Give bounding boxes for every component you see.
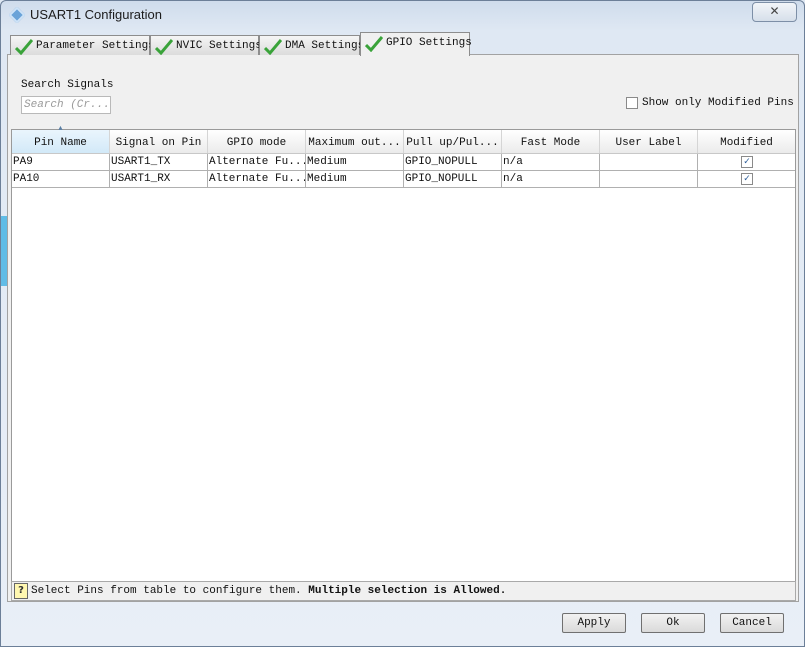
dialog-window: USART1 Configuration ✕ Parameter Setting… <box>0 0 805 647</box>
cell-gpio-mode: Alternate Fu... <box>209 171 306 187</box>
modified-checkbox[interactable]: ✓ <box>741 173 753 185</box>
cell-pull: GPIO_NOPULL <box>404 154 502 170</box>
ok-button[interactable]: Ok <box>641 613 705 633</box>
check-icon <box>15 39 33 55</box>
cell-user-label[interactable] <box>600 154 698 170</box>
status-text: Select Pins from table to configure them… <box>31 585 506 597</box>
pin-table: ▲ Pin Name Signal on Pin GPIO mode Maxim… <box>11 125 796 582</box>
tab-label: GPIO Settings <box>386 37 472 49</box>
status-bar: ? Select Pins from table to configure th… <box>11 581 796 601</box>
table-row[interactable]: PA10 USART1_RX Alternate Fu... Medium GP… <box>12 171 795 188</box>
cell-max-speed: Medium <box>306 171 404 187</box>
cell-modified: ✓ <box>698 171 795 187</box>
cancel-button[interactable]: Cancel <box>720 613 784 633</box>
cell-signal: USART1_RX <box>110 171 208 187</box>
apply-button[interactable]: Apply <box>562 613 626 633</box>
cell-max-speed: Medium <box>306 154 404 170</box>
tab-nvic-settings[interactable]: NVIC Settings <box>150 35 262 55</box>
check-icon <box>365 36 383 52</box>
tab-label: NVIC Settings <box>176 40 262 52</box>
column-header-user-label[interactable]: User Label <box>600 130 698 153</box>
modified-checkbox[interactable]: ✓ <box>741 156 753 168</box>
table-header: ▲ Pin Name Signal on Pin GPIO mode Maxim… <box>12 125 795 154</box>
column-header-pull[interactable]: Pull up/Pul... <box>404 130 502 153</box>
status-emphasis: Multiple selection is Allowed. <box>308 585 507 597</box>
cell-user-label[interactable] <box>600 171 698 187</box>
column-header-gpio-mode[interactable]: GPIO mode <box>208 130 306 153</box>
checkbox-box <box>626 97 638 109</box>
close-button[interactable]: ✕ <box>752 2 797 22</box>
column-header-fast-mode[interactable]: Fast Mode <box>502 130 600 153</box>
tab-parameter-settings[interactable]: Parameter Settings <box>10 35 155 55</box>
status-message: Select Pins from table to configure them… <box>31 585 302 597</box>
column-header-pin-name[interactable]: ▲ Pin Name <box>12 125 110 153</box>
search-signals-label: Search Signals <box>21 79 114 91</box>
search-input[interactable] <box>21 96 111 114</box>
column-header-signal[interactable]: Signal on Pin <box>110 130 208 153</box>
column-header-modified[interactable]: Modified <box>698 130 795 153</box>
cell-pin-name: PA10 <box>12 171 110 187</box>
tab-dma-settings[interactable]: DMA Settings <box>259 35 364 55</box>
app-icon <box>8 6 26 24</box>
cell-gpio-mode: Alternate Fu... <box>209 154 306 170</box>
cell-fast-mode: n/a <box>502 154 600 170</box>
cell-modified: ✓ <box>698 154 795 170</box>
tab-label: Parameter Settings <box>36 40 155 52</box>
show-modified-checkbox[interactable]: Show only Modified Pins <box>626 97 794 110</box>
column-header-max-output-speed[interactable]: Maximum out... <box>306 130 404 153</box>
cell-signal: USART1_TX <box>110 154 208 170</box>
cell-pull: GPIO_NOPULL <box>404 171 502 187</box>
show-modified-label: Show only Modified Pins <box>642 97 794 109</box>
title-bar[interactable]: USART1 Configuration ✕ <box>1 1 804 29</box>
window-title: USART1 Configuration <box>30 7 162 22</box>
column-label: Pin Name <box>34 137 87 149</box>
check-icon <box>155 39 173 55</box>
sort-up-icon: ▲ <box>58 125 63 133</box>
table-row[interactable]: PA9 USART1_TX Alternate Fu... Medium GPI… <box>12 154 795 171</box>
cell-fast-mode: n/a <box>502 171 600 187</box>
check-icon <box>264 39 282 55</box>
tab-gpio-settings[interactable]: GPIO Settings <box>360 32 472 56</box>
help-icon: ? <box>14 583 28 599</box>
tab-label: DMA Settings <box>285 40 365 52</box>
cell-pin-name: PA9 <box>12 154 110 170</box>
